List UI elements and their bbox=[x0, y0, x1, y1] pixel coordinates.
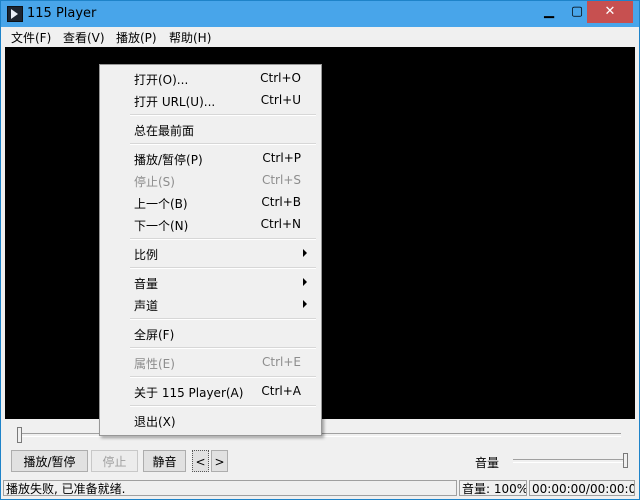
menu-help[interactable]: 帮助(H) bbox=[169, 29, 211, 46]
menu-separator bbox=[130, 376, 316, 378]
stop-button[interactable]: 停止 bbox=[91, 450, 138, 472]
title-bar[interactable]: 115 Player ▁ ▢ ✕ bbox=[1, 1, 639, 27]
menu-item-properties[interactable]: 属性(E) Ctrl+E bbox=[100, 351, 319, 373]
menu-item-about[interactable]: 关于 115 Player(A) Ctrl+A bbox=[100, 380, 319, 402]
player-window: 115 Player ▁ ▢ ✕ 文件(F) 查看(V) 播放(P) 帮助(H)… bbox=[0, 0, 640, 500]
submenu-arrow-icon bbox=[303, 278, 307, 286]
menu-item-aspect-ratio[interactable]: 比例 bbox=[100, 242, 319, 264]
play-pause-button[interactable]: 播放/暂停 bbox=[11, 450, 88, 472]
minimize-icon[interactable]: ▁ bbox=[535, 1, 563, 23]
volume-slider[interactable] bbox=[513, 459, 625, 463]
menu-separator bbox=[130, 238, 316, 240]
menu-item-next[interactable]: 下一个(N) Ctrl+N bbox=[100, 213, 319, 235]
menu-item-play-pause[interactable]: 播放/暂停(P) Ctrl+P bbox=[100, 147, 319, 169]
menu-item-open-url[interactable]: 打开 URL(U)... Ctrl+U bbox=[100, 89, 319, 111]
menu-separator bbox=[130, 267, 316, 269]
menu-item-exit[interactable]: 退出(X) bbox=[100, 409, 319, 431]
status-time: 00:00:00/00:00:00 bbox=[529, 480, 635, 496]
status-message: 播放失败, 已准备就绪. bbox=[3, 480, 457, 496]
menu-separator bbox=[130, 405, 316, 407]
status-volume: 音量: 100% bbox=[459, 480, 527, 496]
menu-view[interactable]: 查看(V) bbox=[63, 29, 105, 46]
prev-button[interactable]: < bbox=[192, 450, 209, 472]
menu-item-fullscreen[interactable]: 全屏(F) bbox=[100, 322, 319, 344]
menu-item-volume[interactable]: 音量 bbox=[100, 271, 319, 293]
menu-bar: 文件(F) 查看(V) 播放(P) 帮助(H) bbox=[1, 27, 639, 47]
menu-item-previous[interactable]: 上一个(B) Ctrl+B bbox=[100, 191, 319, 213]
close-icon[interactable]: ✕ bbox=[587, 1, 633, 23]
mute-button[interactable]: 静音 bbox=[143, 450, 186, 472]
menu-separator bbox=[130, 143, 316, 145]
menu-item-audio-channel[interactable]: 声道 bbox=[100, 293, 319, 315]
menu-item-open[interactable]: 打开(O)... Ctrl+O bbox=[100, 67, 319, 89]
menu-item-stop[interactable]: 停止(S) Ctrl+S bbox=[100, 169, 319, 191]
menu-item-always-on-top[interactable]: 总在最前面 bbox=[100, 118, 319, 140]
submenu-arrow-icon bbox=[303, 249, 307, 257]
menu-file[interactable]: 文件(F) bbox=[11, 29, 51, 46]
status-bar: 播放失败, 已准备就绪. 音量: 100% 00:00:00/00:00:00 bbox=[1, 478, 639, 499]
app-icon bbox=[7, 6, 23, 22]
volume-label: 音量 bbox=[475, 456, 500, 470]
next-button[interactable]: > bbox=[211, 450, 228, 472]
menu-separator bbox=[130, 318, 316, 320]
submenu-arrow-icon bbox=[303, 300, 307, 308]
menu-separator bbox=[130, 114, 316, 116]
menu-separator bbox=[130, 347, 316, 349]
menu-play[interactable]: 播放(P) bbox=[116, 29, 157, 46]
window-title: 115 Player bbox=[27, 6, 97, 21]
volume-thumb[interactable] bbox=[623, 453, 628, 468]
seek-thumb[interactable] bbox=[17, 427, 22, 443]
context-menu: 打开(O)... Ctrl+O 打开 URL(U)... Ctrl+U 总在最前… bbox=[99, 64, 322, 436]
